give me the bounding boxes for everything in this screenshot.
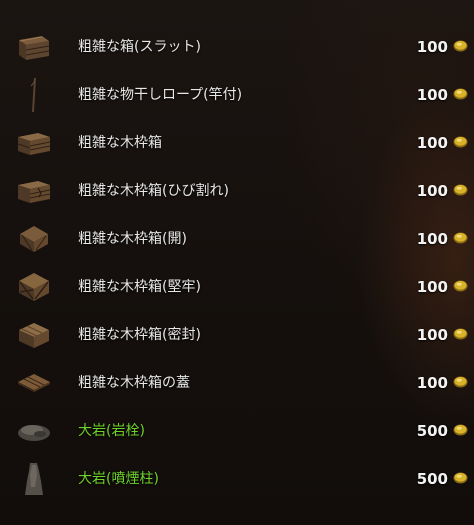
item-price: 100: [416, 38, 448, 56]
clothesline-pole-icon: [14, 77, 54, 113]
item-name: 大岩(岩栓): [78, 423, 145, 439]
item-name: 粗雑な箱(スラット): [78, 39, 201, 55]
item-name: 粗雑な木枠箱: [78, 135, 162, 151]
sealed-crate-icon: [14, 317, 54, 353]
item-name: 粗雑な木枠箱(開): [78, 231, 187, 247]
open-crate-icon: [14, 221, 54, 257]
slatted-box-icon: [14, 29, 54, 65]
gold-coin-icon: [453, 40, 468, 52]
smoke-pillar-rock-icon: [14, 461, 54, 497]
gold-coin-icon: [453, 280, 468, 292]
gold-coin-icon: [453, 376, 468, 388]
list-item[interactable]: 粗雑な木枠箱(堅牢) 100: [0, 263, 474, 311]
list-item[interactable]: 粗雑な木枠箱(開) 100: [0, 215, 474, 263]
wooden-crate-icon: [14, 125, 54, 161]
item-price: 100: [416, 278, 448, 296]
item-price: 100: [416, 134, 448, 152]
item-price: 500: [416, 422, 448, 440]
gold-coin-icon: [453, 184, 468, 196]
boulder-plug-icon: [14, 413, 54, 449]
list-item[interactable]: 粗雑な木枠箱(密封) 100: [0, 311, 474, 359]
item-name: 粗雑な木枠箱の蓋: [78, 375, 190, 391]
partial-item-icon: [14, 509, 54, 525]
list-item[interactable]: 粗雑な箱(スラット) 100: [0, 23, 474, 71]
crate-lid-icon: [14, 365, 54, 401]
item-price: 100: [416, 182, 448, 200]
item-price: 100: [416, 326, 448, 344]
item-price: 500: [416, 470, 448, 488]
item-name: 粗雑な木枠箱(堅牢): [78, 279, 201, 295]
gold-coin-icon: [453, 88, 468, 100]
sturdy-crate-icon: [14, 269, 54, 305]
item-name: 粗雑な木枠箱(ひび割れ): [78, 183, 229, 199]
list-item[interactable]: 大岩(噴煙柱) 500: [0, 455, 474, 503]
item-name: 粗雑な物干しロープ(竿付): [78, 87, 243, 103]
list-item[interactable]: 大岩(岩栓) 500: [0, 407, 474, 455]
list-item[interactable]: [0, 503, 474, 525]
list-item[interactable]: 粗雑な物干しロープ(竿付) 100: [0, 71, 474, 119]
list-item[interactable]: 粗雑な木枠箱(ひび割れ) 100: [0, 167, 474, 215]
item-price: 100: [416, 86, 448, 104]
item-price: 100: [416, 230, 448, 248]
item-price: 100: [416, 374, 448, 392]
gold-coin-icon: [453, 328, 468, 340]
cracked-crate-icon: [14, 173, 54, 209]
list-top-fade: [0, 0, 474, 18]
item-name: 大岩(噴煙柱): [78, 471, 159, 487]
list-item[interactable]: 粗雑な木枠箱の蓋 100: [0, 359, 474, 407]
gold-coin-icon: [453, 472, 468, 484]
item-list: 粗雑な箱(スラット) 100 粗雑な物干しロープ(竿付) 100 粗雑な木枠箱 …: [0, 0, 474, 525]
list-item[interactable]: 粗雑な木枠箱 100: [0, 119, 474, 167]
item-name: 粗雑な木枠箱(密封): [78, 327, 201, 343]
gold-coin-icon: [453, 136, 468, 148]
gold-coin-icon: [453, 424, 468, 436]
gold-coin-icon: [453, 232, 468, 244]
